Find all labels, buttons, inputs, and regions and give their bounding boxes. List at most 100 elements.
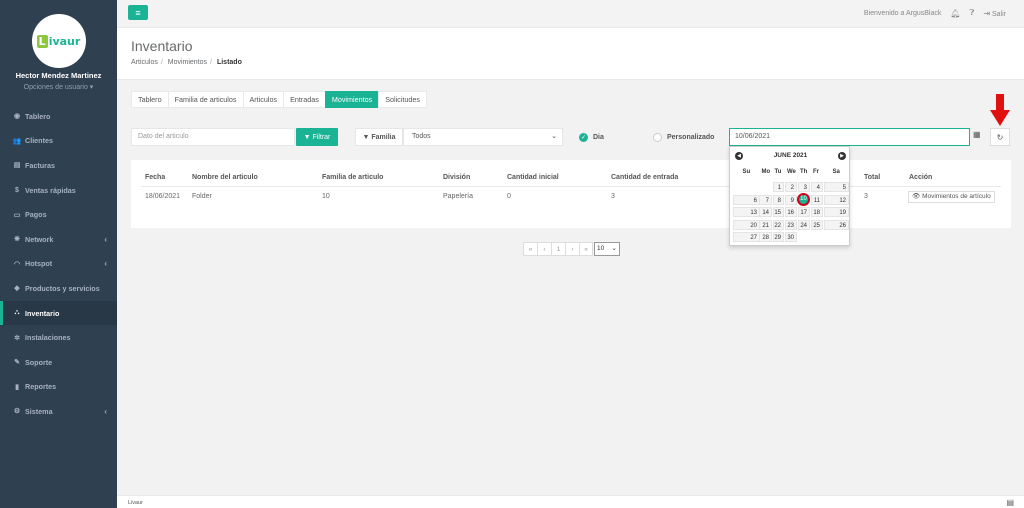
next-month-icon[interactable]: ▶ [838, 152, 846, 160]
calendar-day[interactable]: 3 [798, 182, 810, 192]
radio-personalizado-label: Personalizado [667, 134, 715, 141]
weekday-header: Mo [761, 169, 771, 175]
calendar-day[interactable]: 7 [759, 194, 772, 205]
table-cell: 18/06/2021 [145, 193, 181, 200]
tab-tablero[interactable]: Tablero [131, 91, 168, 108]
sidebar-item-hotspot[interactable]: ◠ Hotspot ‹ [0, 252, 117, 277]
tab-entradas[interactable]: Entradas [283, 91, 325, 108]
bell-icon[interactable]: 🔔︎ [950, 9, 960, 18]
pagination: « ‹ 1 › » [523, 242, 593, 256]
calendar-day[interactable]: 6 [733, 194, 760, 205]
calendar-day[interactable]: 28 [759, 232, 772, 242]
calendar-day[interactable]: 18 [811, 207, 823, 217]
column-header[interactable]: Acción [909, 174, 932, 181]
tab-familia-de-articulos[interactable]: Familia de articulos [167, 91, 243, 108]
calendar-day[interactable]: 27 [733, 232, 760, 242]
help-icon[interactable]: ❓︎ [970, 8, 975, 18]
selected-day[interactable]: 10 [797, 193, 810, 206]
tag-icon: ◆ [14, 285, 20, 293]
calendar-day[interactable]: 20 [733, 219, 760, 230]
tab-movimientos[interactable]: Movimientos [324, 91, 379, 108]
calendar-day[interactable]: 25 [811, 219, 823, 230]
breadcrumb-item[interactable]: Movimientos [168, 59, 207, 66]
calendar-day[interactable]: 29 [773, 232, 784, 242]
menu-toggle-button[interactable]: ≡ [128, 5, 148, 20]
sidebar-item-pagos[interactable]: ▭ Pagos [0, 202, 117, 227]
calendar-day[interactable]: 15 [773, 207, 784, 217]
calendar-day[interactable]: 5 [824, 182, 849, 192]
calendar-day[interactable]: 1 [773, 182, 784, 192]
weekday-header: Fr [813, 169, 819, 175]
filter-icon: ▼ [362, 133, 370, 141]
familia-select[interactable]: Todos ⌄ [403, 128, 563, 146]
pagination-prev[interactable]: ‹ [537, 242, 551, 256]
calendar-day[interactable]: 4 [811, 182, 823, 192]
calendar-day[interactable]: 13 [733, 207, 760, 217]
book-icon: ▮ [15, 383, 19, 391]
page-size-select[interactable]: 10 ⌄ [594, 242, 620, 256]
calendar-day[interactable]: 22 [773, 219, 784, 230]
calendar-day[interactable]: 21 [759, 219, 772, 230]
chat-icon[interactable]: ▤ [1006, 498, 1014, 507]
sidebar-item-reportes[interactable]: ▮ Reportes [0, 375, 117, 400]
tab-articulos[interactable]: Articulos [242, 91, 284, 108]
calendar-day[interactable]: 14 [759, 207, 772, 217]
column-header[interactable]: División [443, 174, 470, 181]
calendar-day[interactable]: 2 [785, 182, 797, 192]
sidebar-item-productos-y-servicios[interactable]: ◆ Productos y servicios [0, 276, 117, 301]
column-header[interactable]: Total [864, 174, 880, 181]
sidebar-item-clientes[interactable]: 👥 Clientes [0, 129, 117, 154]
calendar-icon[interactable]: ▦ [973, 130, 981, 139]
calendar-day[interactable]: 11 [811, 194, 823, 205]
column-header[interactable]: Cantidad inicial [507, 174, 559, 181]
pagination-next[interactable]: › [565, 242, 579, 256]
datepicker-header: ◀ JUNE 2021 ▶ [730, 151, 851, 161]
tab-solicitudes[interactable]: Solicitudes [378, 91, 427, 108]
calendar-day[interactable]: 26 [824, 219, 849, 230]
eye-icon: 👁︎ [912, 193, 921, 200]
sidebar-item-tablero[interactable]: ◉ Tablero [0, 104, 117, 129]
article-movements-button[interactable]: 👁︎ Movimientos de artículo [908, 191, 995, 203]
column-header[interactable]: Nombre del articulo [192, 174, 258, 181]
sidebar-item-label: Ventas rápidas [25, 185, 76, 195]
column-header[interactable]: Fecha [145, 174, 165, 181]
calendar-day[interactable]: 9 [785, 194, 797, 205]
chevron-down-icon: ⌄ [551, 133, 557, 140]
calendar-day[interactable]: 8 [773, 194, 784, 205]
filter-button[interactable]: ▼ Filtrar [296, 128, 338, 146]
calendar-day[interactable]: 30 [785, 232, 797, 242]
calendar-day[interactable]: 12 [824, 194, 849, 205]
calendar-day[interactable]: 23 [785, 219, 797, 230]
article-search-input[interactable]: Dato del articulo [131, 128, 295, 146]
logout-link[interactable]: ⇥ Salir [983, 9, 1006, 18]
date-input[interactable]: 10/06/2021 [729, 128, 970, 146]
calendar-day[interactable]: 16 [785, 207, 797, 217]
user-options-link[interactable]: Opciones de usuario ▾ [0, 83, 117, 91]
sidebar-item-network[interactable]: ❋ Network ‹ [0, 227, 117, 252]
datepicker-month-title[interactable]: JUNE 2021 [730, 152, 851, 159]
logout-icon: ⇥ [983, 8, 991, 18]
sidebar-item-soporte[interactable]: ✎ Soporte [0, 350, 117, 375]
breadcrumb-item[interactable]: Articulos [131, 59, 158, 66]
sidebar-item-label: Productos y servicios [25, 283, 100, 293]
radio-personalizado[interactable] [653, 133, 662, 142]
pagination-last[interactable]: » [579, 242, 593, 256]
table-cell: Folder [192, 193, 212, 200]
calendar-day[interactable]: 24 [798, 219, 810, 230]
radio-dia[interactable]: ✓ [579, 133, 588, 142]
sidebar-item-ventas-r-pidas[interactable]: $ Ventas rápidas [0, 178, 117, 203]
pagination-first[interactable]: « [523, 242, 537, 256]
sidebar-item-sistema[interactable]: ⚙ Sistema ‹ [0, 399, 117, 424]
sidebar-item-instalaciones[interactable]: ✲ Instalaciones [0, 325, 117, 350]
user-name: Hector Mendez Martinez [15, 71, 102, 80]
pagination-page[interactable]: 1 [551, 242, 565, 256]
column-header[interactable]: Familia de articulo [322, 174, 383, 181]
calendar-day[interactable]: 19 [824, 207, 849, 217]
sidebar-item-facturas[interactable]: ▤ Facturas [0, 153, 117, 178]
column-header[interactable]: Cantidad de entrada [611, 174, 678, 181]
breadcrumb-current: Listado [216, 59, 242, 66]
refresh-button[interactable]: ↻ [990, 128, 1010, 146]
movements-table: Fecha Nombre del articulo Familia de art… [131, 160, 1011, 228]
sidebar-item-inventario[interactable]: ⛬ Inventario [0, 300, 117, 326]
calendar-day[interactable]: 17 [798, 207, 810, 217]
